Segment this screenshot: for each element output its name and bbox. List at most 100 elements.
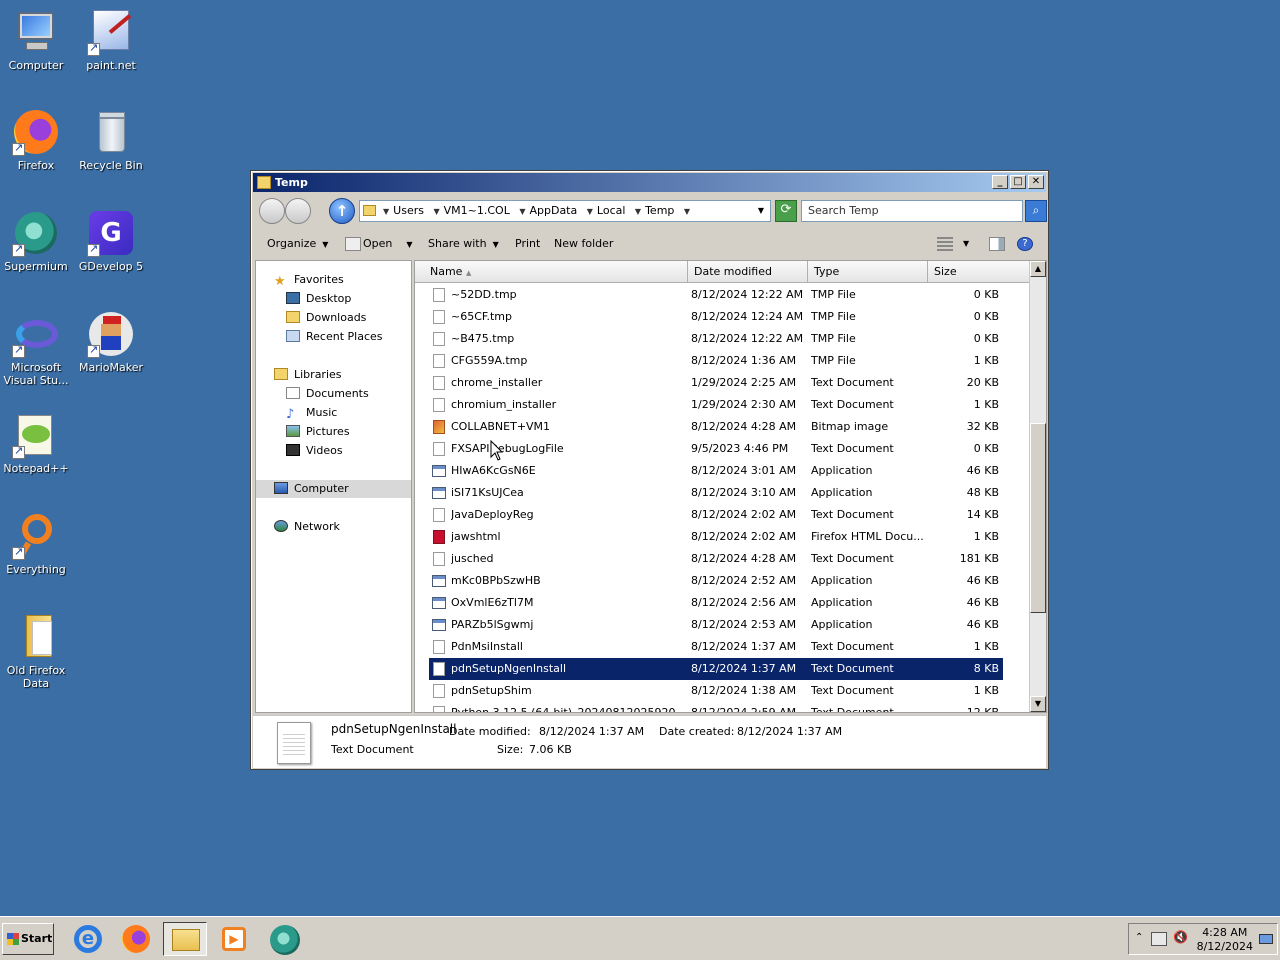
column-header-type[interactable]: Type [808,261,928,283]
taskbar-media-player[interactable]: ▶ [212,922,256,956]
file-type: Text Document [811,376,894,389]
file-row[interactable]: Python 3.12.5 (64-bit)_20240812025920 8/1… [429,702,1003,712]
file-row[interactable]: ~B475.tmp 8/12/2024 12:22 AM TMP File 0 KB [429,328,1003,350]
breadcrumb-users[interactable]: Users [393,204,424,217]
breadcrumb-temp[interactable]: Temp [645,204,674,217]
nav-label: Pictures [306,425,350,438]
desktop-icon-mariomaker[interactable]: MarioMaker [73,310,149,374]
file-row[interactable]: PARZb5lSgwmj 8/12/2024 2:53 AM Application… [429,614,1003,636]
chevron-down-icon[interactable]: ▼ [587,207,593,216]
blank-file-icon [433,354,445,368]
file-row[interactable]: ~52DD.tmp 8/12/2024 12:22 AM TMP File 0 KB [429,284,1003,306]
file-row[interactable]: ~65CF.tmp 8/12/2024 12:24 AM TMP File 0 KB [429,306,1003,328]
file-row[interactable]: HIwA6KcGsN6E 8/12/2024 3:01 AM Application… [429,460,1003,482]
chevron-down-icon[interactable]: ▼ [963,230,969,258]
search-input[interactable]: Search Temp [801,200,1023,222]
taskbar-supermium[interactable] [264,922,308,956]
nav-videos[interactable]: Videos [286,442,343,460]
desktop-icon-computer[interactable]: Computer [0,8,74,72]
nav-music[interactable]: ♪ Music [286,404,337,422]
desktop-icon-paint-net[interactable]: paint.net [73,8,149,72]
maximize-button[interactable]: □ [1010,175,1026,189]
nav-documents[interactable]: Documents [286,385,369,403]
preview-pane-icon[interactable] [989,237,1005,251]
file-row[interactable]: jusched 8/12/2024 4:28 AM Text Document 181… [429,548,1003,570]
help-icon[interactable]: ? [1017,237,1033,251]
file-row[interactable]: pdnSetupShim 8/12/2024 1:38 AM Text Docume… [429,680,1003,702]
column-header-size[interactable]: Size [928,261,1032,283]
forward-button[interactable] [285,198,311,224]
file-row[interactable]: iSI71KsUJCea 8/12/2024 3:10 AM Application… [429,482,1003,504]
nav-favorites[interactable]: ★ Favorites [274,271,344,289]
breadcrumb-local[interactable]: Local [597,204,626,217]
column-header-name[interactable]: Name ▲ [415,261,688,283]
desktop-icon-recycle-bin[interactable]: Recycle Bin [73,108,149,172]
organize-button[interactable]: Organize ▼ [267,230,328,259]
file-row[interactable]: OxVmlE6zTl7M 8/12/2024 2:56 AM Application… [429,592,1003,614]
clock[interactable]: 4:28 AM 8/12/2024 [1197,926,1253,954]
file-row[interactable]: chrome_installer 1/29/2024 2:25 AM Text Do… [429,372,1003,394]
minimize-button[interactable]: _ [992,175,1008,189]
chevron-down-icon[interactable]: ▼ [383,207,389,216]
title-bar[interactable]: Temp _ □ ✕ [253,173,1046,192]
taskbar-explorer[interactable] [163,922,207,956]
desktop-icon-everything[interactable]: Everything [0,512,74,576]
view-options-icon[interactable] [937,237,953,251]
print-button[interactable]: Print [515,230,540,258]
taskbar-internet-explorer[interactable]: e [66,922,110,956]
desktop-icon-old-firefox-data[interactable]: Old Firefox Data [0,613,74,690]
start-button[interactable]: Start [2,923,54,955]
up-arrow-icon[interactable]: ↑ [329,198,355,224]
refresh-icon[interactable]: ⟳ [775,200,797,222]
show-desktop-icon[interactable] [1259,934,1273,944]
nav-recent-places[interactable]: Recent Places [286,328,383,346]
column-header-date-modified[interactable]: Date modified [688,261,808,283]
scroll-up-icon[interactable]: ▲ [1030,261,1046,277]
bitmap-file-icon [433,420,445,434]
new-folder-button[interactable]: New folder [554,230,613,258]
desktop-icon-label: Computer [8,59,64,72]
chevron-down-icon[interactable]: ▼ [684,207,690,216]
breadcrumb-vm1[interactable]: VM1~1.COL [444,204,510,217]
file-row[interactable]: mKc0BPbSzwHB 8/12/2024 2:52 AM Application… [429,570,1003,592]
file-name: Python 3.12.5 (64-bit)_20240812025920 [451,702,683,712]
nav-libraries[interactable]: Libraries [274,366,342,384]
desktop-icon-notepad-plus-plus[interactable]: Notepad++ [0,411,74,475]
scroll-down-icon[interactable]: ▼ [1030,696,1046,712]
desktop-icon-gdevelop[interactable]: G GDevelop 5 [73,209,149,273]
chevron-down-icon[interactable]: ▼ [519,207,525,216]
volume-muted-icon[interactable]: 🔇 [1173,930,1188,944]
nav-network[interactable]: Network [274,518,340,536]
file-name: ~52DD.tmp [451,288,517,301]
file-row[interactable]: JavaDeployReg 8/12/2024 2:02 AM Text Docum… [429,504,1003,526]
nav-downloads[interactable]: Downloads [286,309,366,327]
chevron-down-icon[interactable]: ▼ [433,207,439,216]
desktop-icon-supermium[interactable]: Supermium [0,209,74,273]
show-hidden-icons-icon[interactable]: ⌃ [1135,932,1143,943]
breadcrumb[interactable]: ▼ Users ▼ VM1~1.COL ▼ AppData ▼ Local ▼ Temp … [359,200,771,222]
search-icon[interactable]: ⌕ [1025,200,1047,222]
nav-pictures[interactable]: Pictures [286,423,350,441]
file-row[interactable]: FXSAPIDebugLogFile 9/5/2023 4:46 PM Text D… [429,438,1003,460]
scrollbar-thumb[interactable] [1030,423,1046,613]
nav-desktop[interactable]: Desktop [286,290,351,308]
taskbar-firefox[interactable] [114,922,158,956]
vertical-scrollbar[interactable]: ▲ ▼ [1029,261,1046,712]
desktop-icon-visual-studio[interactable]: Microsoft Visual Stu... [0,310,74,387]
open-button[interactable]: Open ▼ [363,230,413,259]
file-row[interactable]: pdnSetupNgenInstall 8/12/2024 1:37 AM Text… [429,658,1003,680]
share-with-button[interactable]: Share with ▼ [428,230,499,259]
desktop-icon-firefox[interactable]: Firefox [0,108,74,172]
file-row[interactable]: CFG559A.tmp 8/12/2024 1:36 AM TMP File 1 KB [429,350,1003,372]
back-button[interactable] [259,198,285,224]
file-row[interactable]: jawshtml 8/12/2024 2:02 AM Firefox HTML Do… [429,526,1003,548]
file-row[interactable]: PdnMsiInstall 8/12/2024 1:37 AM Text Docum… [429,636,1003,658]
address-dropdown-icon[interactable]: ▼ [758,201,764,221]
chevron-down-icon[interactable]: ▼ [635,207,641,216]
nav-computer[interactable]: Computer [256,480,411,498]
breadcrumb-appdata[interactable]: AppData [529,204,577,217]
network-tray-icon[interactable] [1151,932,1167,946]
file-row[interactable]: chromium_installer 1/29/2024 2:30 AM Text … [429,394,1003,416]
file-row[interactable]: COLLABNET+VM1 8/12/2024 4:28 AM Bitmap ima… [429,416,1003,438]
close-button[interactable]: ✕ [1028,175,1044,189]
